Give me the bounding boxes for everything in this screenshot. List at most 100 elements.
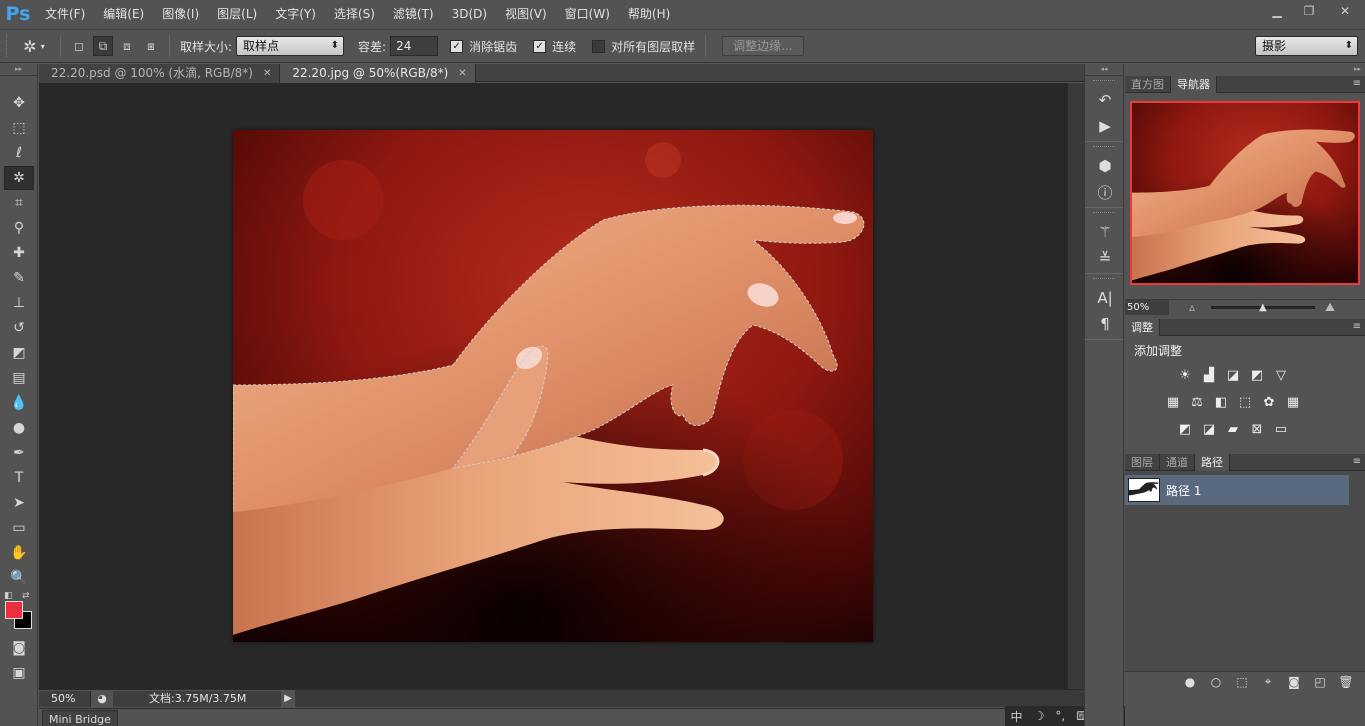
menu-window[interactable]: 窗口(W) xyxy=(556,0,619,28)
menu-layer[interactable]: 图层(L) xyxy=(208,0,266,28)
tab-adjustments[interactable]: 调整 xyxy=(1125,319,1160,336)
brush-settings-icon[interactable]: ≚ xyxy=(1090,246,1120,270)
tab-layers[interactable]: 图层 xyxy=(1125,454,1160,471)
menu-edit[interactable]: 编辑(E) xyxy=(94,0,153,28)
menu-view[interactable]: 视图(V) xyxy=(496,0,556,28)
panel-menu-icon[interactable]: ≡ xyxy=(1353,456,1361,467)
delete-path-icon[interactable]: 🗑 xyxy=(1333,675,1359,689)
rectangle-tool-icon[interactable]: ▭ xyxy=(4,516,34,540)
ime-punct-icon[interactable]: °, xyxy=(1055,709,1065,723)
swap-colors-icon[interactable]: ⇄ xyxy=(22,591,30,601)
refine-edge-button[interactable]: 调整边缘... xyxy=(722,36,804,56)
character-icon[interactable]: A| xyxy=(1090,286,1120,310)
magic-wand-tool-icon[interactable]: ✲ xyxy=(4,166,34,190)
intersect-selection-icon[interactable]: ⧆ xyxy=(141,36,161,56)
quick-mask-icon[interactable]: ◙ xyxy=(4,636,34,660)
brush-tool-icon[interactable]: ✎ xyxy=(4,266,34,290)
screen-mode-icon[interactable]: ▣ xyxy=(4,661,34,685)
eyedropper-tool-icon[interactable]: ⚲ xyxy=(4,216,34,240)
gradient-tool-icon[interactable]: ▤ xyxy=(4,366,34,390)
new-path-icon[interactable]: ◰ xyxy=(1307,675,1333,689)
sample-all-checkbox[interactable] xyxy=(592,39,606,53)
tab-channels[interactable]: 通道 xyxy=(1160,454,1195,471)
restore-icon[interactable]: ❐ xyxy=(1293,1,1325,21)
zoom-level[interactable]: 50% xyxy=(39,690,91,707)
tab-jpg-document[interactable]: 22.20.jpg @ 50%(RGB/8*) ✕ xyxy=(280,64,476,83)
history-icon[interactable]: ↶ xyxy=(1090,88,1120,112)
close-icon[interactable]: ✕ xyxy=(458,64,466,83)
foreground-color-swatch[interactable] xyxy=(5,601,23,619)
navigator-zoom-slider[interactable]: ▲ xyxy=(1211,302,1315,313)
3d-icon[interactable]: ⬢ xyxy=(1090,154,1120,178)
panel-menu-icon[interactable]: ≡ xyxy=(1353,78,1361,89)
black-white-icon[interactable]: ◧ xyxy=(1211,393,1231,411)
hand-tool-icon[interactable]: ✋ xyxy=(4,541,34,565)
selective-color-icon[interactable]: ⊠ xyxy=(1247,420,1267,438)
clone-stamp-tool-icon[interactable]: ⊥ xyxy=(4,291,34,315)
menu-select[interactable]: 选择(S) xyxy=(325,0,384,28)
exposure-icon[interactable]: ◩ xyxy=(1247,366,1267,384)
curves-icon[interactable]: ◪ xyxy=(1223,366,1243,384)
ime-moon-icon[interactable]: ☽ xyxy=(1034,709,1045,723)
canvas-area[interactable] xyxy=(39,83,1067,689)
history-brush-tool-icon[interactable]: ↺ xyxy=(4,316,34,340)
move-tool-icon[interactable]: ✥ xyxy=(4,91,34,115)
hue-saturation-icon[interactable]: ▦ xyxy=(1163,393,1183,411)
channel-mixer-icon[interactable]: ✿ xyxy=(1259,393,1279,411)
zoom-in-icon[interactable]: ⛰ xyxy=(1325,300,1335,315)
magic-wand-preset-icon[interactable]: ✲ ▾ xyxy=(14,34,54,58)
panel-menu-icon[interactable]: ≡ xyxy=(1353,321,1361,332)
tolerance-input[interactable]: 24 xyxy=(390,36,439,56)
navigator-thumbnail[interactable] xyxy=(1130,101,1360,285)
tab-paths[interactable]: 路径 xyxy=(1195,454,1230,471)
new-selection-icon[interactable]: ◻ xyxy=(69,36,89,56)
crop-tool-icon[interactable]: ⌗ xyxy=(4,191,34,215)
lasso-tool-icon[interactable]: ℓ xyxy=(4,141,34,165)
marquee-tool-icon[interactable]: ⬚ xyxy=(4,116,34,140)
vertical-scrollbar[interactable] xyxy=(1067,83,1084,689)
add-mask-icon[interactable]: ◙ xyxy=(1281,675,1307,689)
vibrance-icon[interactable]: ▽ xyxy=(1271,366,1291,384)
zoom-tool-icon[interactable]: 🔍 xyxy=(4,566,34,590)
subtract-selection-icon[interactable]: ⧈ xyxy=(117,36,137,56)
menu-file[interactable]: 文件(F) xyxy=(36,0,94,28)
stroke-path-icon[interactable]: ○ xyxy=(1203,675,1229,689)
brush-presets-icon[interactable]: ⚚ xyxy=(1090,220,1120,244)
threshold-icon[interactable]: ▰ xyxy=(1223,420,1243,438)
type-tool-icon[interactable]: T xyxy=(4,466,34,490)
contiguous-checkbox[interactable]: ✓ xyxy=(533,39,547,53)
fill-path-icon[interactable]: ● xyxy=(1177,675,1203,689)
menu-filter[interactable]: 滤镜(T) xyxy=(384,0,443,28)
tab-histogram[interactable]: 直方图 xyxy=(1125,76,1171,93)
brightness-icon[interactable]: ☀ xyxy=(1175,366,1195,384)
options-grip[interactable] xyxy=(6,35,14,57)
invert-icon[interactable]: ◩ xyxy=(1175,420,1195,438)
close-icon[interactable]: ✕ xyxy=(263,64,271,83)
levels-icon[interactable]: ▟ xyxy=(1199,366,1219,384)
document-image[interactable] xyxy=(233,130,873,642)
navigator-zoom-input[interactable]: 50% xyxy=(1125,300,1169,315)
mini-bridge-tab[interactable]: Mini Bridge xyxy=(42,710,118,726)
zoom-slider-knob[interactable]: ▲ xyxy=(1259,302,1267,313)
path-selection-tool-icon[interactable]: ➤ xyxy=(4,491,34,515)
menu-type[interactable]: 文字(Y) xyxy=(266,0,325,28)
color-balance-icon[interactable]: ⚖ xyxy=(1187,393,1207,411)
status-menu-arrow-icon[interactable]: ▶ xyxy=(281,693,295,704)
paragraph-icon[interactable]: ¶ xyxy=(1090,312,1120,336)
list-item[interactable]: 路径 1 xyxy=(1125,475,1349,505)
close-icon[interactable]: ✕ xyxy=(1325,1,1365,21)
menu-help[interactable]: 帮助(H) xyxy=(619,0,679,28)
default-colors-icon[interactable]: ◧ xyxy=(4,591,13,601)
antialias-checkbox[interactable]: ✓ xyxy=(450,39,464,53)
status-share-icon[interactable]: ◕ xyxy=(91,691,113,707)
tab-psd-document[interactable]: 22.20.psd @ 100% (水滴, RGB/8*) ✕ xyxy=(39,64,281,83)
tab-navigator[interactable]: 导航器 xyxy=(1171,76,1217,93)
panels-collapse-icon[interactable]: ▸▸ xyxy=(1125,64,1365,76)
add-selection-icon[interactable]: ⧉ xyxy=(93,36,113,56)
ime-chinese-icon[interactable]: 中 xyxy=(1011,708,1023,725)
minimize-icon[interactable]: ▁ xyxy=(1261,1,1293,21)
photo-filter-icon[interactable]: ⬚ xyxy=(1235,393,1255,411)
gradient-map-icon[interactable]: ▭ xyxy=(1271,420,1291,438)
healing-brush-tool-icon[interactable]: ✚ xyxy=(4,241,34,265)
load-selection-icon[interactable]: ⬚ xyxy=(1229,675,1255,689)
